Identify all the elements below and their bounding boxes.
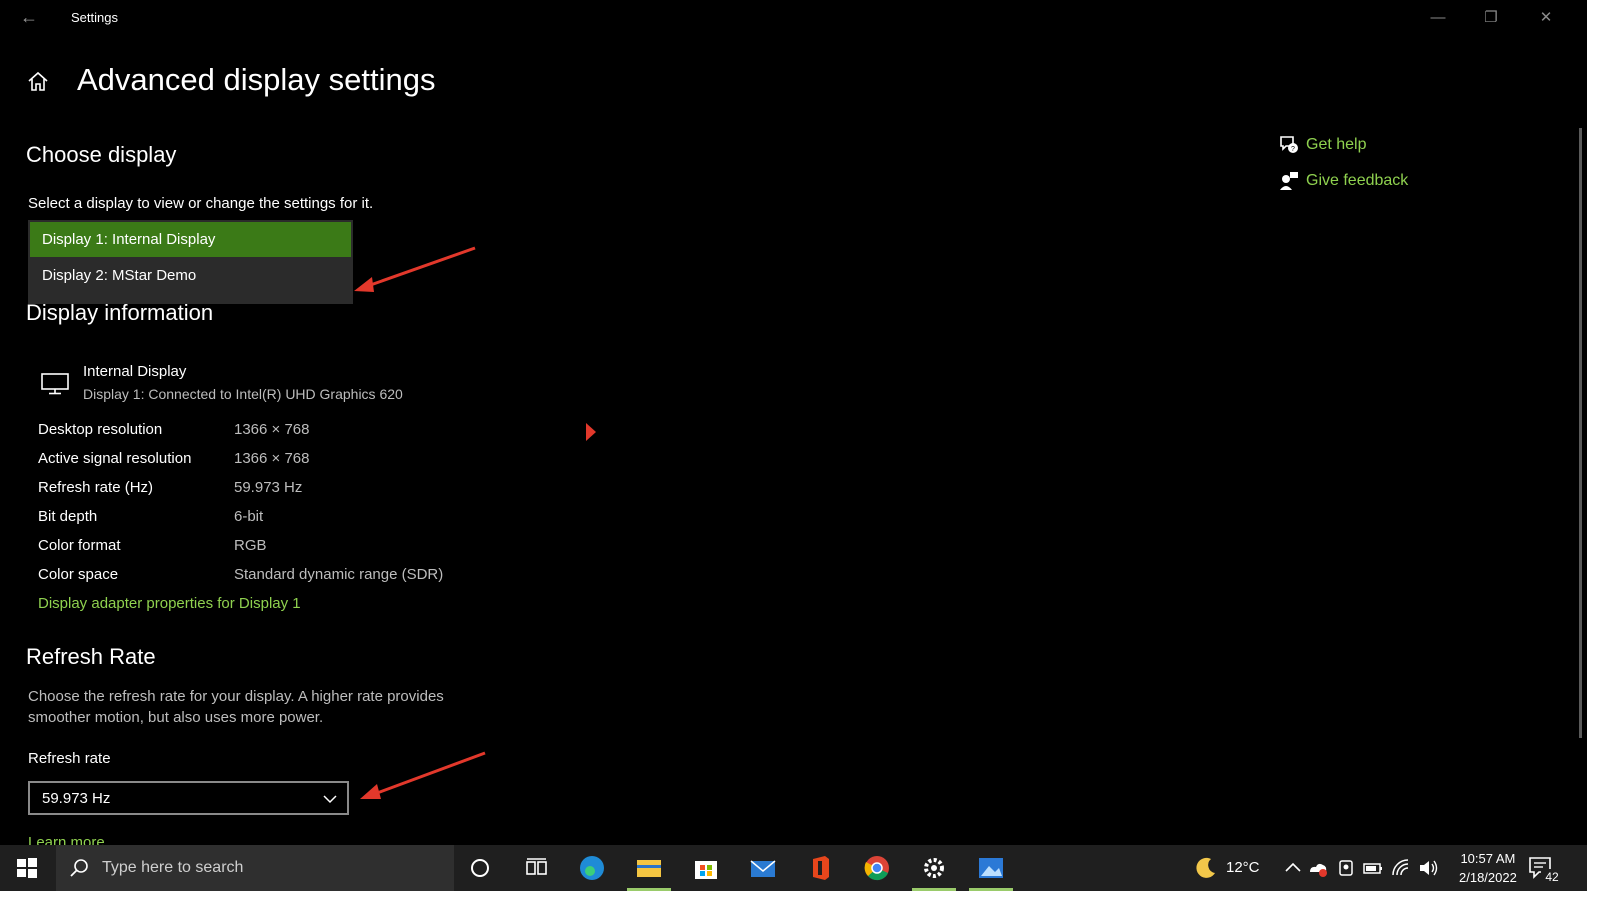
close-button[interactable]: ✕	[1528, 6, 1564, 30]
title-bar: ← Settings — ❐ ✕	[0, 0, 1587, 38]
notification-count-badge: 42	[1541, 869, 1563, 885]
weather-temperature[interactable]: 12°C	[1226, 859, 1260, 905]
office-icon[interactable]	[805, 853, 835, 883]
info-value: RGB	[234, 537, 267, 554]
back-button[interactable]: ←	[18, 6, 40, 28]
settings-window: ← Settings — ❐ ✕ Advanced display settin…	[0, 0, 1587, 845]
active-app-indicator	[627, 888, 671, 891]
choose-display-description: Select a display to view or change the s…	[28, 195, 374, 212]
info-label: Color space	[38, 566, 119, 583]
info-label: Bit depth	[38, 508, 98, 525]
windows-start-icon[interactable]	[16, 857, 38, 879]
onedrive-error-icon[interactable]	[1307, 857, 1329, 879]
chevron-up-icon[interactable]	[1282, 857, 1304, 879]
system-clock[interactable]: 10:57 AM 2/18/2022	[1459, 849, 1517, 887]
get-help-icon: ?	[1280, 136, 1298, 153]
info-value: 1366 × 768	[234, 421, 310, 438]
edge-icon[interactable]	[577, 853, 607, 883]
monitor-name: Internal Display	[83, 363, 187, 380]
refresh-rate-select[interactable]: 59.973 Hz	[28, 781, 349, 815]
minimize-button[interactable]: —	[1420, 6, 1456, 30]
info-value: 1366 × 768	[234, 450, 310, 467]
clock-date: 2/18/2022	[1459, 870, 1517, 885]
active-app-indicator	[969, 888, 1013, 891]
task-view-icon[interactable]	[521, 853, 551, 883]
info-label: Color format	[38, 537, 121, 554]
give-feedback-link[interactable]: Give feedback	[1306, 172, 1408, 190]
scrollbar[interactable]	[1579, 128, 1582, 738]
weather-moon-icon[interactable]	[1191, 853, 1221, 883]
search-placeholder: Type here to search	[102, 859, 244, 876]
active-app-indicator	[912, 888, 956, 891]
feedback-icon	[1280, 172, 1298, 190]
chrome-icon[interactable]	[862, 853, 892, 883]
info-label: Refresh rate (Hz)	[38, 479, 154, 496]
cursor-marker-icon	[586, 423, 596, 441]
mail-icon[interactable]	[748, 853, 778, 883]
taskbar-search-box[interactable]: Type here to search	[56, 845, 454, 891]
home-icon[interactable]	[26, 70, 50, 94]
refresh-rate-value: 59.973 Hz	[42, 790, 111, 807]
display-info-heading: Display information	[26, 300, 214, 325]
learn-more-link[interactable]: Learn more	[28, 834, 105, 845]
display-option-2[interactable]: Display 2: MStar Demo	[28, 257, 353, 294]
monitor-detail: Display 1: Connected to Intel(R) UHD Gra…	[83, 386, 403, 402]
info-value: Standard dynamic range (SDR)	[234, 566, 444, 583]
annotation-arrow	[360, 751, 486, 799]
settings-gear-icon[interactable]	[919, 853, 949, 883]
choose-display-heading: Choose display	[26, 142, 177, 167]
window-title: Settings	[71, 10, 118, 25]
monitor-icon	[41, 373, 69, 395]
info-value: 59.973 Hz	[234, 479, 303, 496]
file-explorer-icon[interactable]	[634, 853, 664, 883]
search-icon	[70, 859, 88, 877]
svg-text:?: ?	[1291, 146, 1295, 153]
page-title: Advanced display settings	[77, 62, 436, 97]
display-option-1[interactable]: Display 1: Internal Display	[30, 222, 351, 257]
photos-icon[interactable]	[976, 853, 1006, 883]
info-label: Active signal resolution	[38, 450, 192, 467]
refresh-rate-label: Refresh rate	[28, 750, 111, 767]
cortana-icon[interactable]	[465, 853, 495, 883]
chevron-down-icon	[323, 795, 337, 804]
get-help-link[interactable]: Get help	[1306, 136, 1366, 154]
battery-icon[interactable]	[1362, 857, 1384, 879]
meet-now-icon[interactable]	[1335, 857, 1357, 879]
info-label: Desktop resolution	[38, 421, 163, 438]
wifi-icon[interactable]	[1390, 857, 1412, 879]
refresh-rate-description: Choose the refresh rate for your display…	[28, 688, 444, 726]
clock-time: 10:57 AM	[1460, 851, 1516, 866]
display-select-dropdown[interactable]: Display 1: Internal Display Display 2: M…	[28, 220, 353, 304]
info-value: 6-bit	[234, 508, 264, 525]
maximize-button[interactable]: ❐	[1473, 6, 1509, 30]
refresh-rate-heading: Refresh Rate	[26, 644, 156, 669]
display-adapter-link[interactable]: Display adapter properties for Display 1	[38, 595, 301, 612]
taskbar: Type here to search 12°C 10:57 AM 2/18/2…	[0, 845, 1587, 891]
annotation-arrow	[354, 246, 476, 292]
store-icon[interactable]	[691, 853, 721, 883]
volume-icon[interactable]	[1417, 857, 1439, 879]
